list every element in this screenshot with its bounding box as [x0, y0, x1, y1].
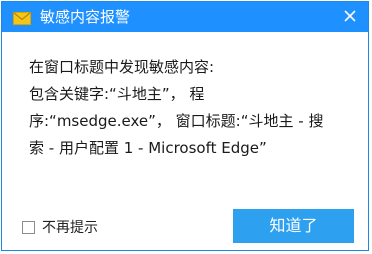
close-button[interactable]: [342, 8, 358, 24]
acknowledge-button[interactable]: 知道了: [233, 209, 354, 243]
title-bar: 敏感内容报警: [2, 2, 368, 32]
message-line: 在窗口标题中发现敏感内容:: [29, 58, 215, 76]
dont-show-again-label: 不再提示: [42, 220, 98, 236]
alert-message: 在窗口标题中发现敏感内容: 包含关键字:“斗地主”， 程 序:“msedge.e…: [29, 54, 349, 162]
dialog-title: 敏感内容报警: [40, 8, 131, 26]
message-line: 索 - 用户配置 1 - Microsoft Edge”: [29, 139, 267, 157]
close-icon: [344, 10, 356, 22]
dont-show-again-checkbox[interactable]: [22, 220, 35, 234]
message-line: 序:“msedge.exe”， 窗口标题:“斗地主 - 搜: [29, 112, 324, 130]
envelope-icon: [13, 10, 31, 25]
alert-dialog: 敏感内容报警 在窗口标题中发现敏感内容: 包含关键字:“斗地主”， 程 序:“m…: [1, 1, 369, 251]
message-line: 包含关键字:“斗地主”， 程: [29, 85, 205, 103]
dont-show-again-option[interactable]: 不再提示: [22, 218, 98, 236]
